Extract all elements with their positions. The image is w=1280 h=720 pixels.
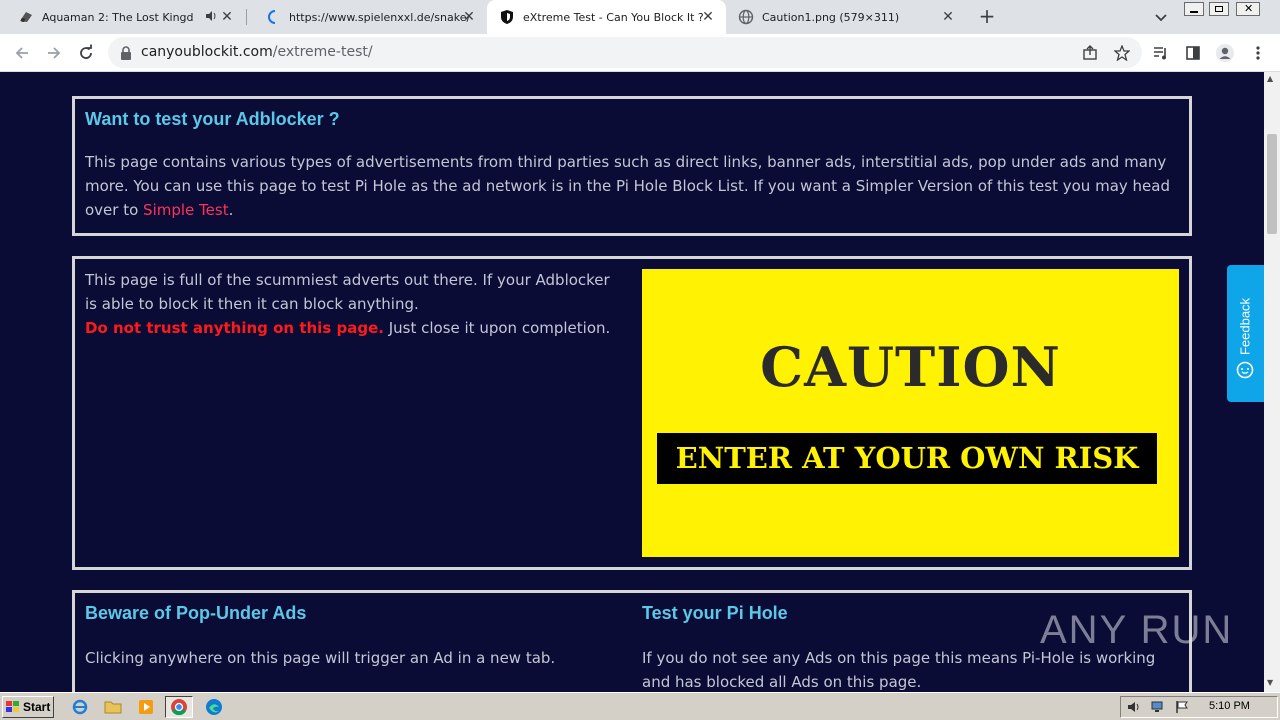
address-bar[interactable]: canyoublockit.com/extreme-test/ (108, 37, 1142, 68)
risk-banner: ENTER AT YOUR OWN RISK (657, 433, 1157, 484)
close-tab-icon[interactable]: ✕ (700, 9, 716, 25)
close-tab-icon[interactable]: ✕ (219, 9, 235, 25)
reload-icon (80, 44, 92, 59)
shield-favicon-icon (499, 9, 515, 25)
globe-icon (738, 9, 754, 25)
pihole-title: Test your Pi Hole (642, 603, 788, 623)
intro-end: . (228, 201, 234, 219)
forward-button[interactable] (42, 41, 66, 65)
share-icon (1083, 45, 1097, 60)
tab-title: Aquaman 2: The Lost Kingdom S (42, 10, 194, 24)
folder-taskbar-icon[interactable] (99, 696, 127, 718)
intro-card: Want to test your Adblocker ? This page … (72, 96, 1192, 236)
network-tray-icon[interactable] (1151, 700, 1165, 714)
volume-tray-icon[interactable] (1127, 700, 1141, 714)
minimize-button[interactable] (1184, 2, 1204, 16)
bookmark-button[interactable] (1110, 41, 1134, 65)
info-card: Beware of Pop-Under Ads Clicking anywher… (72, 590, 1192, 692)
warning-text: This page is full of the scummiest adver… (85, 268, 625, 340)
caution-headline: CAUTION (760, 335, 1061, 399)
lock-icon[interactable] (120, 45, 132, 64)
web-page: Want to test your Adblocker ? This page … (0, 72, 1264, 692)
tab-search-chevron-icon[interactable] (1152, 8, 1170, 26)
tab-spielenxxl[interactable]: https://www.spielenxxl.de/snake/ ✕ (247, 0, 487, 34)
caution-image[interactable]: CAUTION ENTER AT YOUR OWN RISK (642, 269, 1179, 557)
tab-caution-image[interactable]: Caution1.png (579×311) ✕ (726, 0, 966, 34)
chrome-taskbar-icon[interactable] (165, 696, 193, 718)
close-window-button[interactable]: ✕ (1236, 2, 1260, 16)
scroll-up-arrow-icon[interactable]: ▲ (1267, 74, 1273, 83)
back-button[interactable] (10, 41, 34, 65)
new-tab-button[interactable]: + (976, 6, 998, 28)
anyrun-watermark: ANY RUN (1040, 608, 1234, 652)
windows-taskbar: Start 5:10 PM (0, 692, 1280, 720)
chat-bubble-icon (1236, 361, 1254, 383)
tab-title: Caution1.png (579×311) (762, 10, 900, 24)
tab-title: eXtreme Test - Can You Block It ? (523, 10, 703, 24)
intro-title: Want to test your Adblocker ? (85, 109, 340, 129)
warning-bold: Do not trust anything on this page. (85, 319, 384, 337)
clock[interactable]: 5:10 PM (1209, 700, 1250, 712)
popunder-title: Beware of Pop-Under Ads (85, 603, 307, 623)
kebab-menu-icon (1256, 46, 1260, 60)
feedback-label: Feedback (1237, 297, 1253, 356)
profile-button[interactable] (1213, 41, 1237, 65)
browser-toolbar: canyoublockit.com/extreme-test/ (0, 34, 1280, 72)
restore-button[interactable] (1209, 2, 1229, 16)
media-player-taskbar-icon[interactable] (132, 696, 160, 718)
popunder-body: Clicking anywhere on this page will trig… (85, 649, 556, 667)
intro-text: This page contains various types of adve… (85, 153, 1170, 219)
avatar-icon (1216, 44, 1234, 62)
forward-arrow-icon (48, 47, 61, 59)
tab-title: https://www.spielenxxl.de/snake/ (289, 10, 469, 24)
star-icon (1114, 45, 1130, 61)
ie-taskbar-icon[interactable] (66, 696, 94, 718)
url-host: canyoublockit.com (141, 44, 273, 60)
warning-tail: Just close it upon completion. (383, 319, 611, 337)
tab-extreme-test[interactable]: eXtreme Test - Can You Block It ? ✕ (487, 0, 726, 34)
loading-icon (265, 9, 281, 25)
reload-button[interactable] (74, 41, 98, 65)
url-path: /extreme-test/ (272, 44, 373, 60)
simple-test-link[interactable]: Simple Test (143, 201, 229, 219)
page-scrollbar[interactable]: ▲ ▼ (1264, 72, 1280, 692)
feedback-button[interactable]: Feedback (1227, 265, 1264, 402)
share-button[interactable] (1078, 41, 1102, 65)
system-tray: 5:10 PM (1120, 696, 1278, 718)
media-queue-icon (1154, 47, 1166, 60)
scrollbar-thumb[interactable] (1267, 134, 1277, 234)
menu-button[interactable] (1246, 41, 1270, 65)
start-button[interactable]: Start (2, 696, 54, 718)
start-label: Start (23, 700, 51, 714)
windows-logo-icon (6, 701, 19, 712)
warning-intro: This page is full of the scummiest adver… (85, 271, 610, 313)
close-tab-icon[interactable]: ✕ (461, 9, 477, 25)
warning-card: This page is full of the scummiest adver… (72, 256, 1192, 570)
tab-aquaman[interactable]: Aquaman 2: The Lost Kingdom S ✕ (0, 0, 245, 34)
speaker-icon[interactable] (205, 10, 217, 25)
intro-body: This page contains various types of adve… (85, 150, 1175, 222)
back-arrow-icon (15, 47, 28, 59)
risk-text: ENTER AT YOUR OWN RISK (675, 441, 1139, 475)
flag-tray-icon[interactable] (1175, 700, 1189, 714)
side-panel-button[interactable] (1181, 41, 1205, 65)
edge-taskbar-icon[interactable] (200, 696, 228, 718)
media-control-button[interactable] (1149, 41, 1173, 65)
url-text[interactable]: canyoublockit.com/extreme-test/ (141, 44, 373, 60)
video-favicon-icon (18, 9, 34, 25)
close-tab-icon[interactable]: ✕ (940, 9, 956, 25)
tab-strip: Aquaman 2: The Lost Kingdom S ✕ https://… (0, 0, 1280, 34)
scroll-down-arrow-icon[interactable]: ▼ (1267, 678, 1273, 687)
side-panel-icon (1186, 46, 1200, 60)
